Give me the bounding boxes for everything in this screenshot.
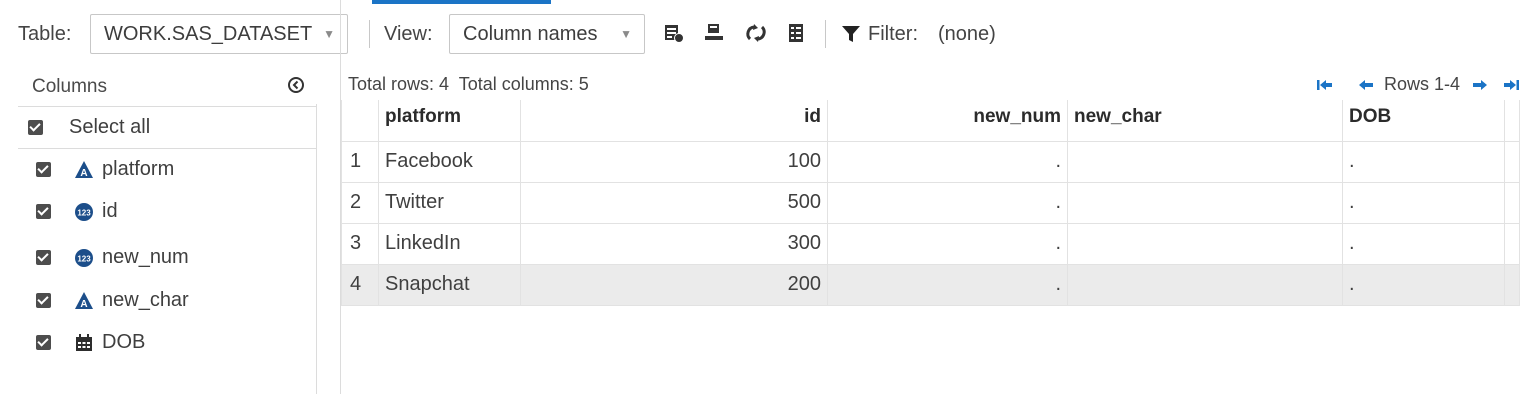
column-name: platform (102, 158, 175, 180)
cell-new-char[interactable] (1067, 263, 1343, 306)
numeric-type-icon: 123 (75, 202, 93, 221)
pager: Rows 1-4 (1316, 74, 1520, 95)
calendar-icon (76, 333, 92, 351)
cell-dob[interactable]: . (1342, 181, 1505, 224)
cell-new-num[interactable]: . (827, 263, 1068, 306)
cell-platform[interactable]: LinkedIn (378, 222, 521, 265)
row-number: 2 (341, 181, 379, 224)
table-select-value: WORK.SAS_DATASET (104, 22, 313, 45)
scrollbar-gutter (1504, 181, 1520, 224)
column-item-new-num[interactable]: 123 new_num (18, 237, 317, 278)
column-header-platform[interactable]: platform (378, 100, 521, 142)
cell-id[interactable]: 500 (520, 181, 828, 224)
table-row[interactable]: 1 Facebook 100 . . (341, 140, 1520, 183)
row-number: 3 (341, 222, 379, 265)
data-table: platform id new_num new_char DOB 1 Faceb… (341, 100, 1520, 306)
character-type-icon: A (75, 160, 93, 179)
first-page-icon[interactable] (1316, 78, 1334, 92)
select-all-checkbox[interactable] (28, 120, 43, 135)
svg-text:A: A (80, 299, 87, 310)
row-number: 1 (341, 140, 379, 183)
column-header-id[interactable]: id (520, 100, 828, 142)
checkbox[interactable] (36, 204, 51, 219)
column-name: DOB (102, 331, 146, 353)
cell-id[interactable]: 200 (520, 263, 828, 306)
cell-new-char[interactable] (1067, 181, 1343, 224)
cell-dob[interactable]: . (1342, 140, 1505, 183)
cell-platform[interactable]: Snapchat (378, 263, 521, 306)
cell-dob[interactable]: . (1342, 263, 1505, 306)
table-row-selected[interactable]: 4 Snapchat 200 . . (341, 263, 1520, 306)
cell-dob[interactable]: . (1342, 222, 1505, 265)
header-row: platform id new_num new_char DOB (341, 100, 1520, 142)
column-name: id (102, 200, 118, 222)
svg-text:A: A (80, 168, 87, 179)
checkbox[interactable] (36, 162, 51, 177)
select-all-label: Select all (69, 116, 151, 138)
cell-new-num[interactable]: . (827, 222, 1068, 265)
cell-new-num[interactable]: . (827, 140, 1068, 183)
column-header-new-char[interactable]: new_char (1067, 100, 1343, 142)
cell-id[interactable]: 100 (520, 140, 828, 183)
column-name: new_char (102, 289, 189, 311)
svg-text:123: 123 (77, 254, 91, 263)
column-header-dob[interactable]: DOB (1342, 100, 1505, 142)
column-item-id[interactable]: 123 id (18, 191, 317, 232)
column-name: new_num (102, 246, 189, 268)
column-item-new-char[interactable]: A new_char (18, 280, 317, 321)
column-item-platform[interactable]: A platform (18, 149, 317, 190)
character-type-icon: A (75, 291, 93, 310)
columns-panel-title: Columns (32, 76, 107, 97)
chevron-down-icon: ▼ (323, 27, 335, 41)
scrollbar-gutter (1504, 140, 1520, 183)
select-all-row[interactable]: Select all (18, 106, 316, 149)
column-item-dob[interactable]: DOB (18, 322, 317, 363)
column-header-new-num[interactable]: new_num (827, 100, 1068, 142)
cell-platform[interactable]: Facebook (378, 140, 521, 183)
cell-platform[interactable]: Twitter (378, 181, 521, 224)
checkbox[interactable] (36, 293, 51, 308)
table-row[interactable]: 2 Twitter 500 . . (341, 181, 1520, 224)
previous-page-icon[interactable] (1358, 78, 1374, 92)
grid-summary: Total rows: 4 Total columns: 5 (348, 74, 589, 94)
collapse-panel-icon[interactable] (287, 76, 305, 94)
scrollbar-gutter (1504, 222, 1520, 265)
rows-range: Rows 1-4 (1383, 74, 1460, 94)
table-label: Table: (18, 22, 72, 45)
cell-new-char[interactable] (1067, 140, 1343, 183)
numeric-type-icon: 123 (75, 248, 93, 267)
cell-new-char[interactable] (1067, 222, 1343, 265)
cell-new-num[interactable]: . (827, 181, 1068, 224)
last-page-icon[interactable] (1502, 78, 1520, 92)
table-select[interactable]: WORK.SAS_DATASET ▼ (90, 14, 348, 54)
row-number: 4 (341, 263, 379, 306)
checkbox[interactable] (36, 335, 51, 350)
next-page-icon[interactable] (1472, 78, 1488, 92)
cell-id[interactable]: 300 (520, 222, 828, 265)
table-row[interactable]: 3 LinkedIn 300 . . (341, 222, 1520, 265)
checkbox[interactable] (36, 250, 51, 265)
scrollbar-gutter (1504, 263, 1520, 306)
scrollbar-gutter (1504, 100, 1520, 142)
svg-text:123: 123 (77, 208, 91, 217)
row-number-header (341, 100, 379, 142)
